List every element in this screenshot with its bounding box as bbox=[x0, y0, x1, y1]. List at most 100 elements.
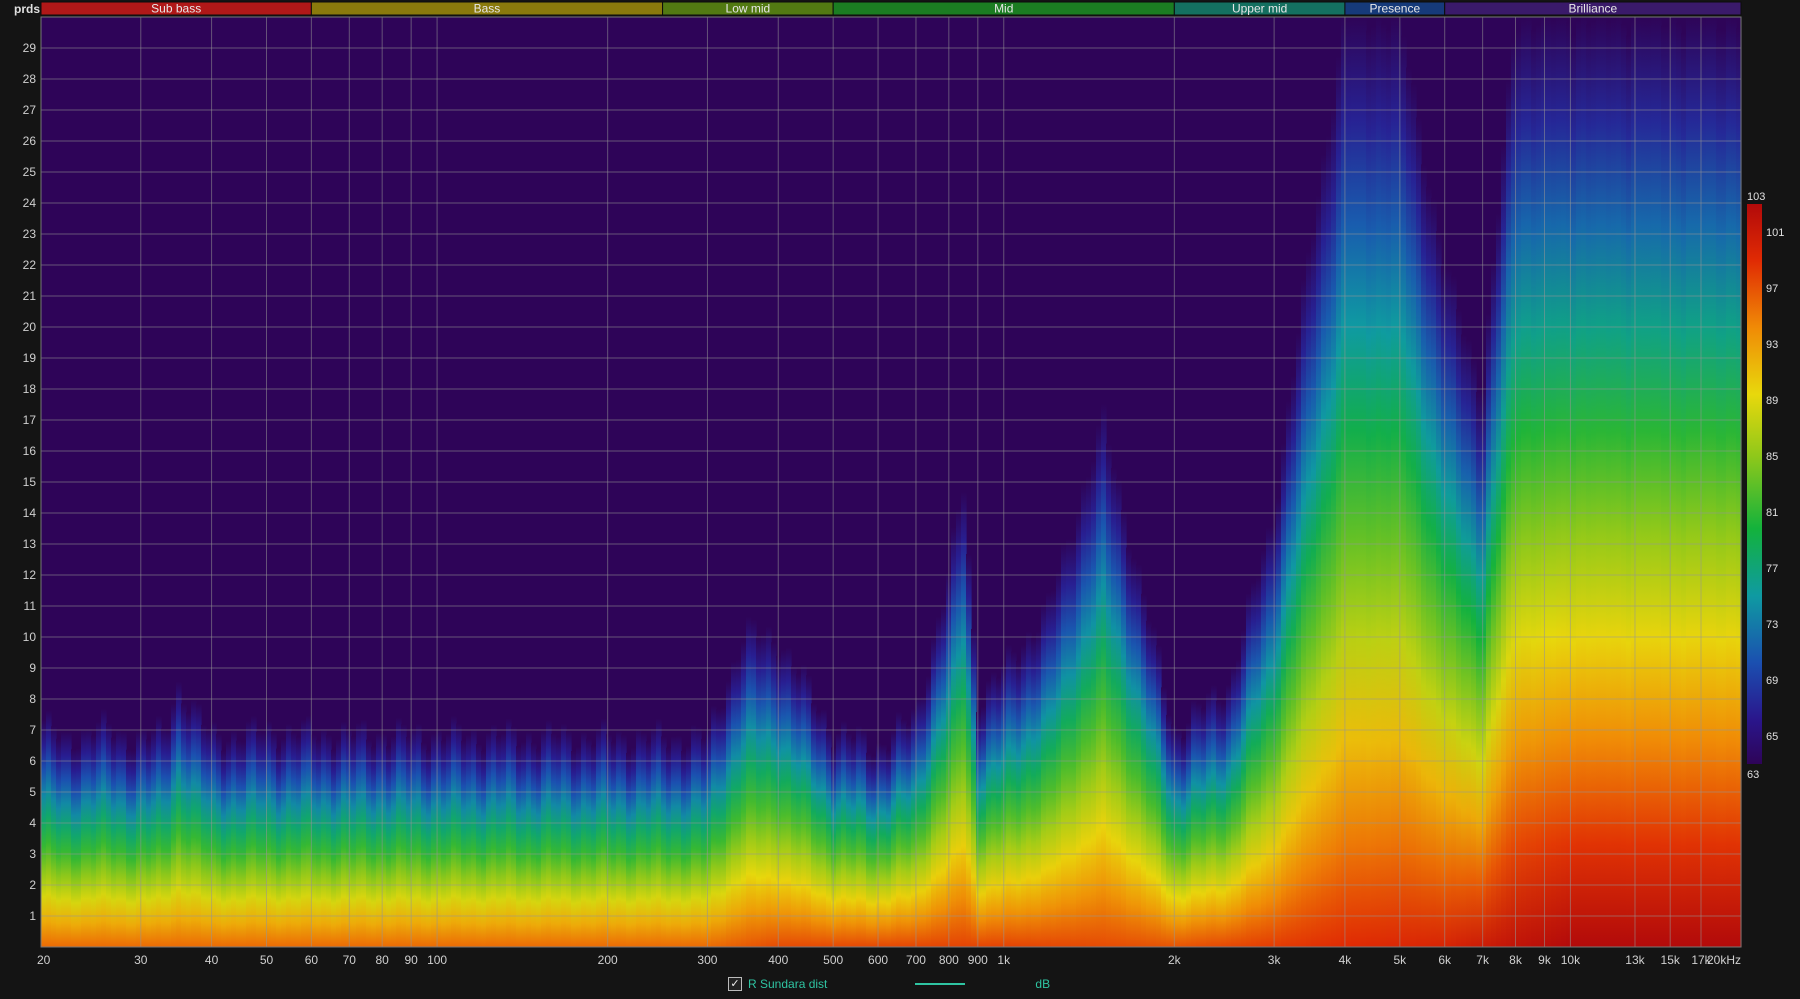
heat-column bbox=[1206, 692, 1212, 947]
heat-column bbox=[816, 711, 822, 947]
heat-column bbox=[856, 725, 862, 947]
heat-column bbox=[741, 641, 747, 947]
heat-column bbox=[1496, 213, 1502, 947]
heat-column bbox=[1411, 83, 1417, 947]
heat-column bbox=[991, 671, 997, 947]
heat-column bbox=[391, 736, 397, 947]
x-tick-label: 20kHz bbox=[1707, 953, 1741, 967]
colorbar-label: 85 bbox=[1766, 451, 1778, 463]
colorbar-label: 97 bbox=[1766, 283, 1778, 295]
heat-column bbox=[1536, 24, 1542, 948]
colorbar-label: 93 bbox=[1766, 339, 1778, 351]
x-tick-label: 90 bbox=[404, 953, 418, 967]
heat-column bbox=[96, 721, 102, 947]
heat-column bbox=[881, 744, 887, 947]
y-tick-label: 10 bbox=[23, 630, 37, 644]
heat-column bbox=[746, 616, 752, 947]
x-tick-label: 600 bbox=[868, 953, 888, 967]
heat-column bbox=[356, 722, 362, 947]
heat-column bbox=[1241, 630, 1247, 947]
heat-column bbox=[1036, 631, 1042, 947]
heat-column bbox=[961, 491, 967, 947]
heat-column bbox=[621, 734, 627, 947]
heat-column bbox=[106, 723, 112, 947]
heat-column bbox=[1426, 186, 1432, 948]
heat-column bbox=[1041, 603, 1047, 947]
heat-column bbox=[1406, 67, 1412, 947]
heat-column bbox=[511, 726, 517, 947]
y-tick-label: 14 bbox=[23, 506, 37, 520]
x-tick-label: 20 bbox=[37, 953, 51, 967]
heat-column bbox=[301, 719, 307, 947]
x-tick-label: 400 bbox=[768, 953, 788, 967]
heat-column bbox=[221, 750, 227, 947]
band-label: Mid bbox=[994, 2, 1013, 16]
series-checkbox[interactable]: ✓ bbox=[728, 977, 742, 991]
heat-column bbox=[446, 733, 452, 947]
heat-column bbox=[1256, 577, 1262, 947]
heat-column bbox=[1386, 28, 1392, 947]
heat-column bbox=[996, 677, 1002, 947]
heat-column bbox=[1661, 25, 1667, 947]
frequency-band-bar: Sub bass Bass Low mid Mid Upper mid Presence B… bbox=[40, 1, 1742, 16]
heat-column bbox=[1516, 30, 1522, 948]
heat-column bbox=[516, 746, 522, 947]
heat-column bbox=[576, 746, 582, 947]
heat-column bbox=[1101, 403, 1107, 947]
colorbar-label: 63 bbox=[1747, 769, 1759, 781]
heat-column bbox=[81, 729, 87, 947]
x-tick-label: 80 bbox=[375, 953, 389, 967]
y-tick-label: 23 bbox=[23, 227, 37, 241]
y-tick-label: 9 bbox=[29, 661, 36, 675]
heat-column bbox=[776, 655, 782, 947]
heat-column bbox=[1066, 538, 1072, 947]
x-tick-label: 6k bbox=[1438, 953, 1452, 967]
heat-column bbox=[1116, 478, 1122, 947]
heat-column bbox=[1336, 55, 1342, 948]
heat-column bbox=[416, 723, 422, 947]
heat-column bbox=[496, 736, 502, 947]
heat-column bbox=[846, 733, 852, 947]
heat-column bbox=[41, 720, 47, 947]
heat-column bbox=[101, 708, 107, 947]
heat-column bbox=[1171, 724, 1177, 947]
heat-column bbox=[581, 731, 587, 947]
heat-column bbox=[171, 703, 177, 947]
y-tick-label: 7 bbox=[29, 723, 36, 737]
heat-column bbox=[636, 729, 642, 947]
band-label: Presence bbox=[1369, 2, 1420, 16]
heat-column bbox=[1621, 23, 1627, 947]
x-tick-label: 1k bbox=[997, 953, 1011, 967]
heat-column bbox=[1016, 660, 1022, 947]
heat-column bbox=[951, 527, 957, 947]
legend: ✓ R Sundara dist dB bbox=[728, 975, 1050, 993]
heat-column bbox=[936, 616, 942, 947]
heat-column bbox=[1046, 592, 1052, 947]
x-axis-ticks: 20 30 40 50 60 70 80 90 100 200 300 400 500 600 700 800… bbox=[37, 953, 1741, 967]
heat-column bbox=[686, 745, 692, 947]
colorbar-scale bbox=[1747, 204, 1762, 764]
x-tick-label: 2k bbox=[1168, 953, 1182, 967]
waterfall-chart: Sub bass Bass Low mid Mid Upper mid Presence B… bbox=[23, 1, 1784, 967]
heat-column bbox=[186, 712, 192, 947]
heat-column bbox=[1521, 18, 1527, 947]
heat-column bbox=[1676, 22, 1682, 948]
heat-column bbox=[1316, 195, 1322, 948]
heat-column bbox=[591, 745, 597, 947]
heat-column bbox=[1421, 164, 1427, 947]
heat-column bbox=[1186, 722, 1192, 947]
heat-column bbox=[1061, 543, 1067, 947]
heat-column bbox=[1011, 651, 1017, 947]
x-tick-label: 8k bbox=[1509, 953, 1523, 967]
x-tick-label: 900 bbox=[968, 953, 988, 967]
heat-column bbox=[1216, 700, 1222, 947]
heat-column bbox=[1326, 135, 1332, 947]
heat-column bbox=[466, 734, 472, 947]
heat-column bbox=[271, 731, 277, 947]
colorbar-label: 81 bbox=[1766, 507, 1778, 519]
heat-column bbox=[901, 719, 907, 947]
heat-column bbox=[1476, 391, 1482, 948]
heat-column bbox=[386, 746, 392, 947]
heat-column bbox=[1451, 275, 1457, 947]
heat-column bbox=[396, 717, 402, 947]
